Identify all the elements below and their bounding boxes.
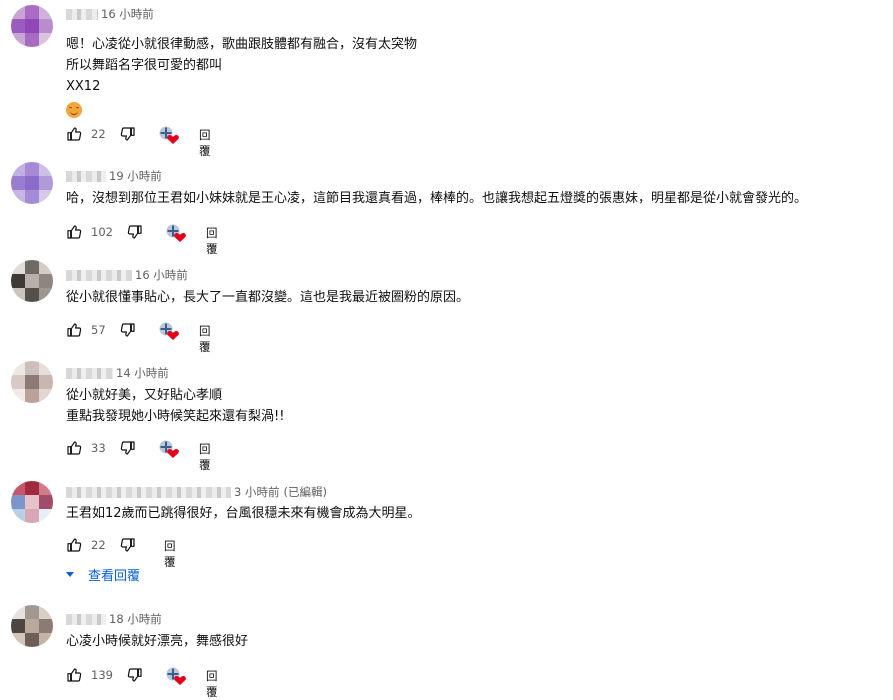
avatar[interactable] <box>11 481 53 523</box>
reply-button[interactable]: 回覆 <box>164 538 176 570</box>
comment-header: 16 小時前 <box>66 6 154 22</box>
author-name-redacted[interactable] <box>66 486 231 498</box>
thumbs-up-icon <box>66 538 82 556</box>
avatar[interactable] <box>11 162 53 204</box>
comment-timestamp[interactable]: 16 小時前 <box>135 267 188 283</box>
comment-timestamp[interactable]: 16 小時前 <box>101 6 154 22</box>
like-count: 102 <box>91 225 113 239</box>
thumbs-down-icon <box>120 323 136 341</box>
comment-timestamp[interactable]: 3 小時前 <box>234 484 279 500</box>
comment-text-line: 從小就好美，又好貼心孝順 <box>66 388 223 403</box>
avatar[interactable] <box>11 5 53 47</box>
like-button[interactable] <box>66 322 82 341</box>
comment-text-line: 重點我發現她小時候笑起來還有梨渦!! <box>66 409 285 424</box>
like-count: 139 <box>91 668 113 682</box>
like-count: 22 <box>91 538 106 552</box>
smiling-face-emoji-icon <box>66 100 82 121</box>
reply-button[interactable]: 回覆 <box>199 441 211 473</box>
reply-button[interactable]: 回覆 <box>206 668 218 700</box>
author-name-redacted[interactable] <box>66 170 106 182</box>
creator-heart-icon <box>158 321 180 344</box>
comment-timestamp[interactable]: 19 小時前 <box>109 168 162 184</box>
dislike-button[interactable] <box>127 667 143 686</box>
chevron-down-icon <box>66 572 74 577</box>
comment-text-line: 哈，沒想到那位王君如小妹妹就是王心凌，這節目我還真看過，棒棒的。也讓我想起五燈獎… <box>66 191 808 206</box>
author-name-redacted[interactable] <box>66 367 113 379</box>
creator-heart-icon <box>158 125 180 148</box>
view-replies-label: 查看回覆 <box>88 569 141 584</box>
avatar[interactable] <box>11 260 53 302</box>
author-name-redacted[interactable] <box>66 613 106 625</box>
thumbs-up-icon <box>66 225 82 243</box>
author-name-redacted[interactable] <box>66 269 132 281</box>
thumbs-up-icon <box>66 127 82 145</box>
like-button[interactable] <box>66 537 82 556</box>
comment-text-line: 王君如12歲而已跳得很好，台風很穩未來有機會成為大明星。 <box>66 506 421 521</box>
like-count: 57 <box>91 323 106 337</box>
dislike-button[interactable] <box>120 537 136 556</box>
like-count: 33 <box>91 441 106 455</box>
comment-text-line: 所以舞蹈名字很可愛的都叫 <box>66 58 223 73</box>
thumbs-down-icon <box>120 441 136 459</box>
like-button[interactable] <box>66 440 82 459</box>
thumbs-down-icon <box>127 668 143 686</box>
like-count: 22 <box>91 127 106 141</box>
dislike-button[interactable] <box>127 224 143 243</box>
reply-button[interactable]: 回覆 <box>206 225 218 257</box>
dislike-button[interactable] <box>120 322 136 341</box>
thumbs-up-icon <box>66 323 82 341</box>
avatar[interactable] <box>11 361 53 403</box>
thumbs-down-icon <box>120 538 136 556</box>
creator-heart-icon <box>165 666 187 689</box>
comment-text-line: 心凌小時候就好漂亮，舞感很好 <box>66 634 249 649</box>
avatar[interactable] <box>11 605 53 647</box>
reply-button[interactable]: 回覆 <box>199 127 211 159</box>
thumbs-down-icon <box>120 127 136 145</box>
creator-heart-icon <box>158 439 180 462</box>
comment-text-line: XX12 <box>66 79 101 94</box>
like-button[interactable] <box>66 667 82 686</box>
edited-label: (已編輯) <box>283 485 327 499</box>
comment-header: 14 小時前 <box>66 365 169 381</box>
thumbs-up-icon <box>66 441 82 459</box>
reply-button[interactable]: 回覆 <box>199 323 211 355</box>
comment-header: 18 小時前 <box>66 611 162 627</box>
author-name-redacted[interactable] <box>66 8 98 20</box>
comment-header: 19 小時前 <box>66 168 162 184</box>
creator-heart-icon <box>165 223 187 246</box>
thumbs-down-icon <box>127 225 143 243</box>
comment-timestamp[interactable]: 18 小時前 <box>109 611 162 627</box>
comment-timestamp[interactable]: 14 小時前 <box>116 365 169 381</box>
view-replies-button[interactable]: 查看回覆 <box>66 565 140 584</box>
comment-header: 3 小時前 (已編輯) <box>66 484 327 500</box>
dislike-button[interactable] <box>120 126 136 145</box>
thumbs-up-icon <box>66 668 82 686</box>
comment-header: 16 小時前 <box>66 267 188 283</box>
like-button[interactable] <box>66 224 82 243</box>
comment-text-line: 從小就很懂事貼心，長大了一直都沒變。這也是我最近被圈粉的原因。 <box>66 290 470 305</box>
dislike-button[interactable] <box>120 440 136 459</box>
like-button[interactable] <box>66 126 82 145</box>
comment-text-line: 嗯！心凌從小就很律動感，歌曲跟肢體都有融合，沒有太突物 <box>66 37 418 52</box>
